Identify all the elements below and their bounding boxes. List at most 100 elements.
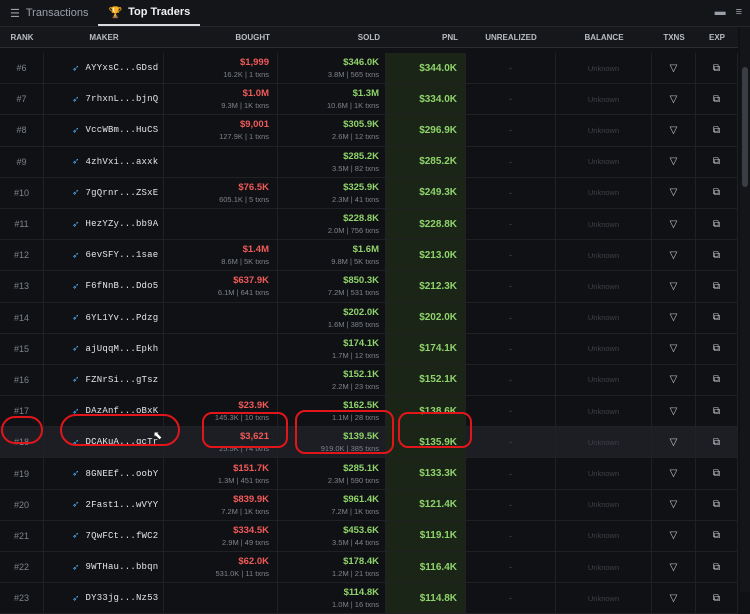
filter-icon[interactable]: ▽	[652, 333, 696, 364]
external-link-icon[interactable]: ⧉	[696, 177, 738, 208]
maker-address[interactable]: 7QwFCt...fWC2	[86, 531, 159, 541]
external-link-icon[interactable]: ⧉	[696, 396, 738, 427]
external-link-icon[interactable]: ⧉	[696, 552, 738, 583]
maker-cell[interactable]: ➶ DY33jg...Nz53	[44, 583, 164, 614]
table-row[interactable]: #18 ➶ DCAKuA...gcTr $3,621 25.5K | 74 txns $1…	[0, 427, 738, 459]
external-link-icon[interactable]: ⧉	[696, 208, 738, 240]
filter-icon[interactable]: ▽	[652, 271, 696, 302]
table-row[interactable]: #19 ➶ 8GNEEf...oobY $151.7K 1.3M | 451 txns $…	[0, 458, 738, 490]
maker-cell[interactable]: ➶ 4zhVxi...axxk	[44, 146, 164, 177]
table-row[interactable]: #15 ➶ ajUqqM...Epkh $174.1K 1.7M | 12 txns $1…	[0, 333, 738, 365]
table-row[interactable]: #7 ➶ 7rhxnL...bjnQ $1.0M 9.3M | 1K txns $1.3M…	[0, 84, 738, 116]
external-link-icon[interactable]: ⧉	[696, 115, 738, 146]
external-link-icon[interactable]: ⧉	[696, 364, 738, 396]
external-link-icon[interactable]: ⧉	[696, 53, 738, 84]
table-row[interactable]: #21 ➶ 7QwFCt...fWC2 $334.5K 2.9M | 49 txns $4…	[0, 520, 738, 552]
filter-icon[interactable]: ▽	[652, 208, 696, 240]
maker-address[interactable]: DAzAnf...oBxK	[86, 406, 159, 416]
maker-cell[interactable]: ➶ VccWBm...HuCS	[44, 115, 164, 146]
external-link-icon[interactable]: ⧉	[696, 333, 738, 364]
maker-address[interactable]: 7rhxnL...bjnQ	[86, 94, 159, 104]
column-rank[interactable]: RANK	[0, 33, 44, 42]
maker-cell[interactable]: ➶ 7rhxnL...bjnQ	[44, 84, 164, 115]
table-row[interactable]: #13 ➶ F6fNnB...Ddo5 $637.9K 6.1M | 641 txns $…	[0, 271, 738, 303]
external-link-icon[interactable]: ⧉	[696, 489, 738, 520]
menu-icon[interactable]: ≡	[736, 6, 742, 18]
maker-address[interactable]: FZNrSi...gTsz	[86, 375, 159, 385]
filter-icon[interactable]: ▽	[652, 489, 696, 520]
table-row[interactable]: #14 ➶ 6YL1Yv...Pdzg $202.0K 1.6M | 385 txns $…	[0, 302, 738, 334]
external-link-icon[interactable]: ⧉	[696, 302, 738, 333]
maker-address[interactable]: 7gQrnr...ZSxE	[86, 188, 159, 198]
maker-address[interactable]: ajUqqM...Epkh	[86, 344, 159, 354]
column-pnl[interactable]: PNL	[386, 33, 466, 42]
external-link-icon[interactable]: ⧉	[696, 84, 738, 115]
column-unrealized[interactable]: UNREALIZED	[466, 33, 556, 42]
table-row[interactable]: #8 ➶ VccWBm...HuCS $9,001 127.9K | 1 txns $30…	[0, 115, 738, 147]
tab-top-traders[interactable]: 🏆 Top Traders	[98, 0, 201, 26]
external-link-icon[interactable]: ⧉	[696, 458, 738, 489]
maker-cell[interactable]: ➶ 6evSFY...1sae	[44, 240, 164, 271]
column-txns[interactable]: TXNS	[652, 33, 696, 42]
tab-transactions[interactable]: ☰ Transactions	[0, 0, 98, 26]
scrollbar-thumb[interactable]	[742, 67, 748, 187]
filter-icon[interactable]: ▽	[652, 520, 696, 551]
maker-cell[interactable]: ➶ 2Fast1...wVYY	[44, 489, 164, 520]
maker-cell[interactable]: ➶ 6YL1Yv...Pdzg	[44, 302, 164, 333]
maker-cell[interactable]: ➶ 7gQrnr...ZSxE	[44, 177, 164, 208]
filter-icon[interactable]: ▽	[652, 583, 696, 614]
maker-cell[interactable]: ➶ AYYxsC...GDsd	[44, 53, 164, 84]
minimize-icon[interactable]: ▬	[715, 6, 726, 18]
table-row[interactable]: #12 ➶ 6evSFY...1sae $1.4M 8.6M | 5K txns $1.6…	[0, 240, 738, 272]
filter-icon[interactable]: ▽	[652, 552, 696, 583]
table-row[interactable]: #22 ➶ 9WTHau...bbqn $62.0K 531.0K | 11 txns $…	[0, 552, 738, 584]
filter-icon[interactable]: ▽	[652, 53, 696, 84]
filter-icon[interactable]: ▽	[652, 396, 696, 427]
table-row[interactable]: #6 ➶ AYYxsC...GDsd $1,999 16.2K | 1 txns $346…	[0, 53, 738, 85]
column-sold[interactable]: SOLD	[278, 33, 386, 42]
column-bought[interactable]: BOUGHT	[164, 33, 278, 42]
filter-icon[interactable]: ▽	[652, 364, 696, 396]
maker-address[interactable]: AYYxsC...GDsd	[86, 63, 159, 73]
column-exp[interactable]: EXP	[696, 33, 738, 42]
maker-address[interactable]: 2Fast1...wVYY	[86, 500, 159, 510]
external-link-icon[interactable]: ⧉	[696, 583, 738, 614]
external-link-icon[interactable]: ⧉	[696, 427, 738, 458]
maker-address[interactable]: HezYZy...bb9A	[86, 219, 159, 229]
external-link-icon[interactable]: ⧉	[696, 146, 738, 177]
table-row[interactable]: #16 ➶ FZNrSi...gTsz $152.1K 2.2M | 23 txns $1…	[0, 364, 738, 397]
filter-icon[interactable]: ▽	[652, 427, 696, 458]
maker-cell[interactable]: ➶ 7QwFCt...fWC2	[44, 520, 164, 551]
filter-icon[interactable]: ▽	[652, 177, 696, 208]
filter-icon[interactable]: ▽	[652, 84, 696, 115]
filter-icon[interactable]: ▽	[652, 146, 696, 177]
maker-cell[interactable]: ➶ 8GNEEf...oobY	[44, 458, 164, 489]
table-row[interactable]: #11 ➶ HezYZy...bb9A $228.8K 2.0M | 756 txns $…	[0, 208, 738, 241]
filter-icon[interactable]: ▽	[652, 302, 696, 333]
maker-cell[interactable]: ➶ DAzAnf...oBxK	[44, 396, 164, 427]
table-row[interactable]: #23 ➶ DY33jg...Nz53 $114.8K 1.0M | 16 txns $1…	[0, 583, 738, 614]
maker-address[interactable]: 6evSFY...1sae	[86, 250, 159, 260]
maker-cell[interactable]: ➶ ajUqqM...Epkh	[44, 333, 164, 364]
maker-cell[interactable]: ➶ FZNrSi...gTsz	[44, 364, 164, 396]
table-row[interactable]: #20 ➶ 2Fast1...wVYY $839.9K 7.2M | 1K txns $9…	[0, 489, 738, 521]
column-maker[interactable]: MAKER	[44, 33, 164, 42]
maker-address[interactable]: 9WTHau...bbqn	[86, 562, 159, 572]
maker-address[interactable]: VccWBm...HuCS	[86, 125, 159, 135]
filter-icon[interactable]: ▽	[652, 458, 696, 489]
maker-cell[interactable]: ➶ HezYZy...bb9A	[44, 208, 164, 240]
filter-icon[interactable]: ▽	[652, 240, 696, 271]
maker-address[interactable]: 6YL1Yv...Pdzg	[86, 313, 159, 323]
column-balance[interactable]: BALANCE	[556, 33, 652, 42]
maker-address[interactable]: F6fNnB...Ddo5	[86, 281, 159, 291]
external-link-icon[interactable]: ⧉	[696, 520, 738, 551]
maker-address[interactable]: 8GNEEf...oobY	[86, 469, 159, 479]
external-link-icon[interactable]: ⧉	[696, 271, 738, 302]
maker-cell[interactable]: ➶ 9WTHau...bbqn	[44, 552, 164, 583]
scrollbar[interactable]	[740, 27, 750, 592]
table-row[interactable]: #9 ➶ 4zhVxi...axxk $285.2K 3.5M | 82 txns $28…	[0, 146, 738, 178]
external-link-icon[interactable]: ⧉	[696, 240, 738, 271]
maker-address[interactable]: DY33jg...Nz53	[86, 593, 159, 603]
filter-icon[interactable]: ▽	[652, 115, 696, 146]
maker-address[interactable]: DCAKuA...gcTr	[86, 437, 159, 447]
